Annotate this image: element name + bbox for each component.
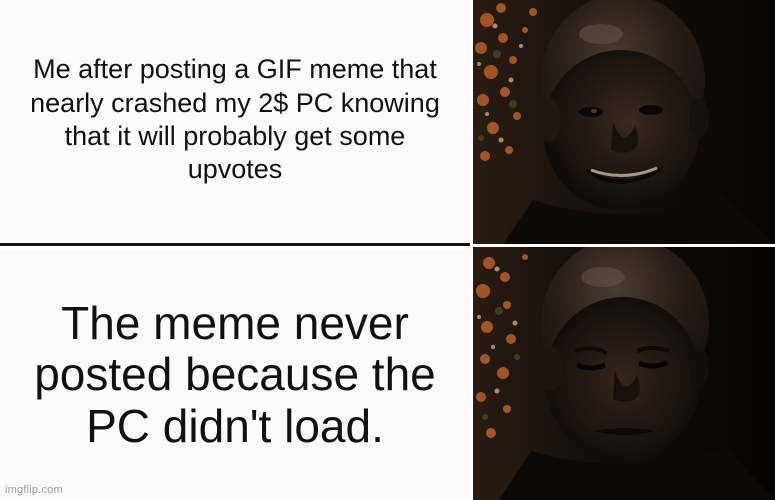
meme-image: Me after posting a GIF meme that nearly … bbox=[0, 0, 775, 500]
top-caption-panel: Me after posting a GIF meme that nearly … bbox=[0, 0, 470, 240]
panel-divider-line bbox=[0, 243, 470, 246]
bottom-caption: The meme never posted because the PC did… bbox=[34, 296, 436, 452]
disappointed-man-photo bbox=[473, 247, 775, 500]
bottom-caption-panel: The meme never posted because the PC did… bbox=[0, 250, 470, 500]
imgflip-watermark: imgflip.com bbox=[5, 484, 63, 496]
top-caption: Me after posting a GIF meme that nearly … bbox=[30, 54, 440, 185]
hopeful-man-illustration bbox=[473, 0, 775, 244]
disappointed-man-illustration bbox=[473, 247, 775, 500]
hopeful-man-photo bbox=[473, 0, 775, 244]
